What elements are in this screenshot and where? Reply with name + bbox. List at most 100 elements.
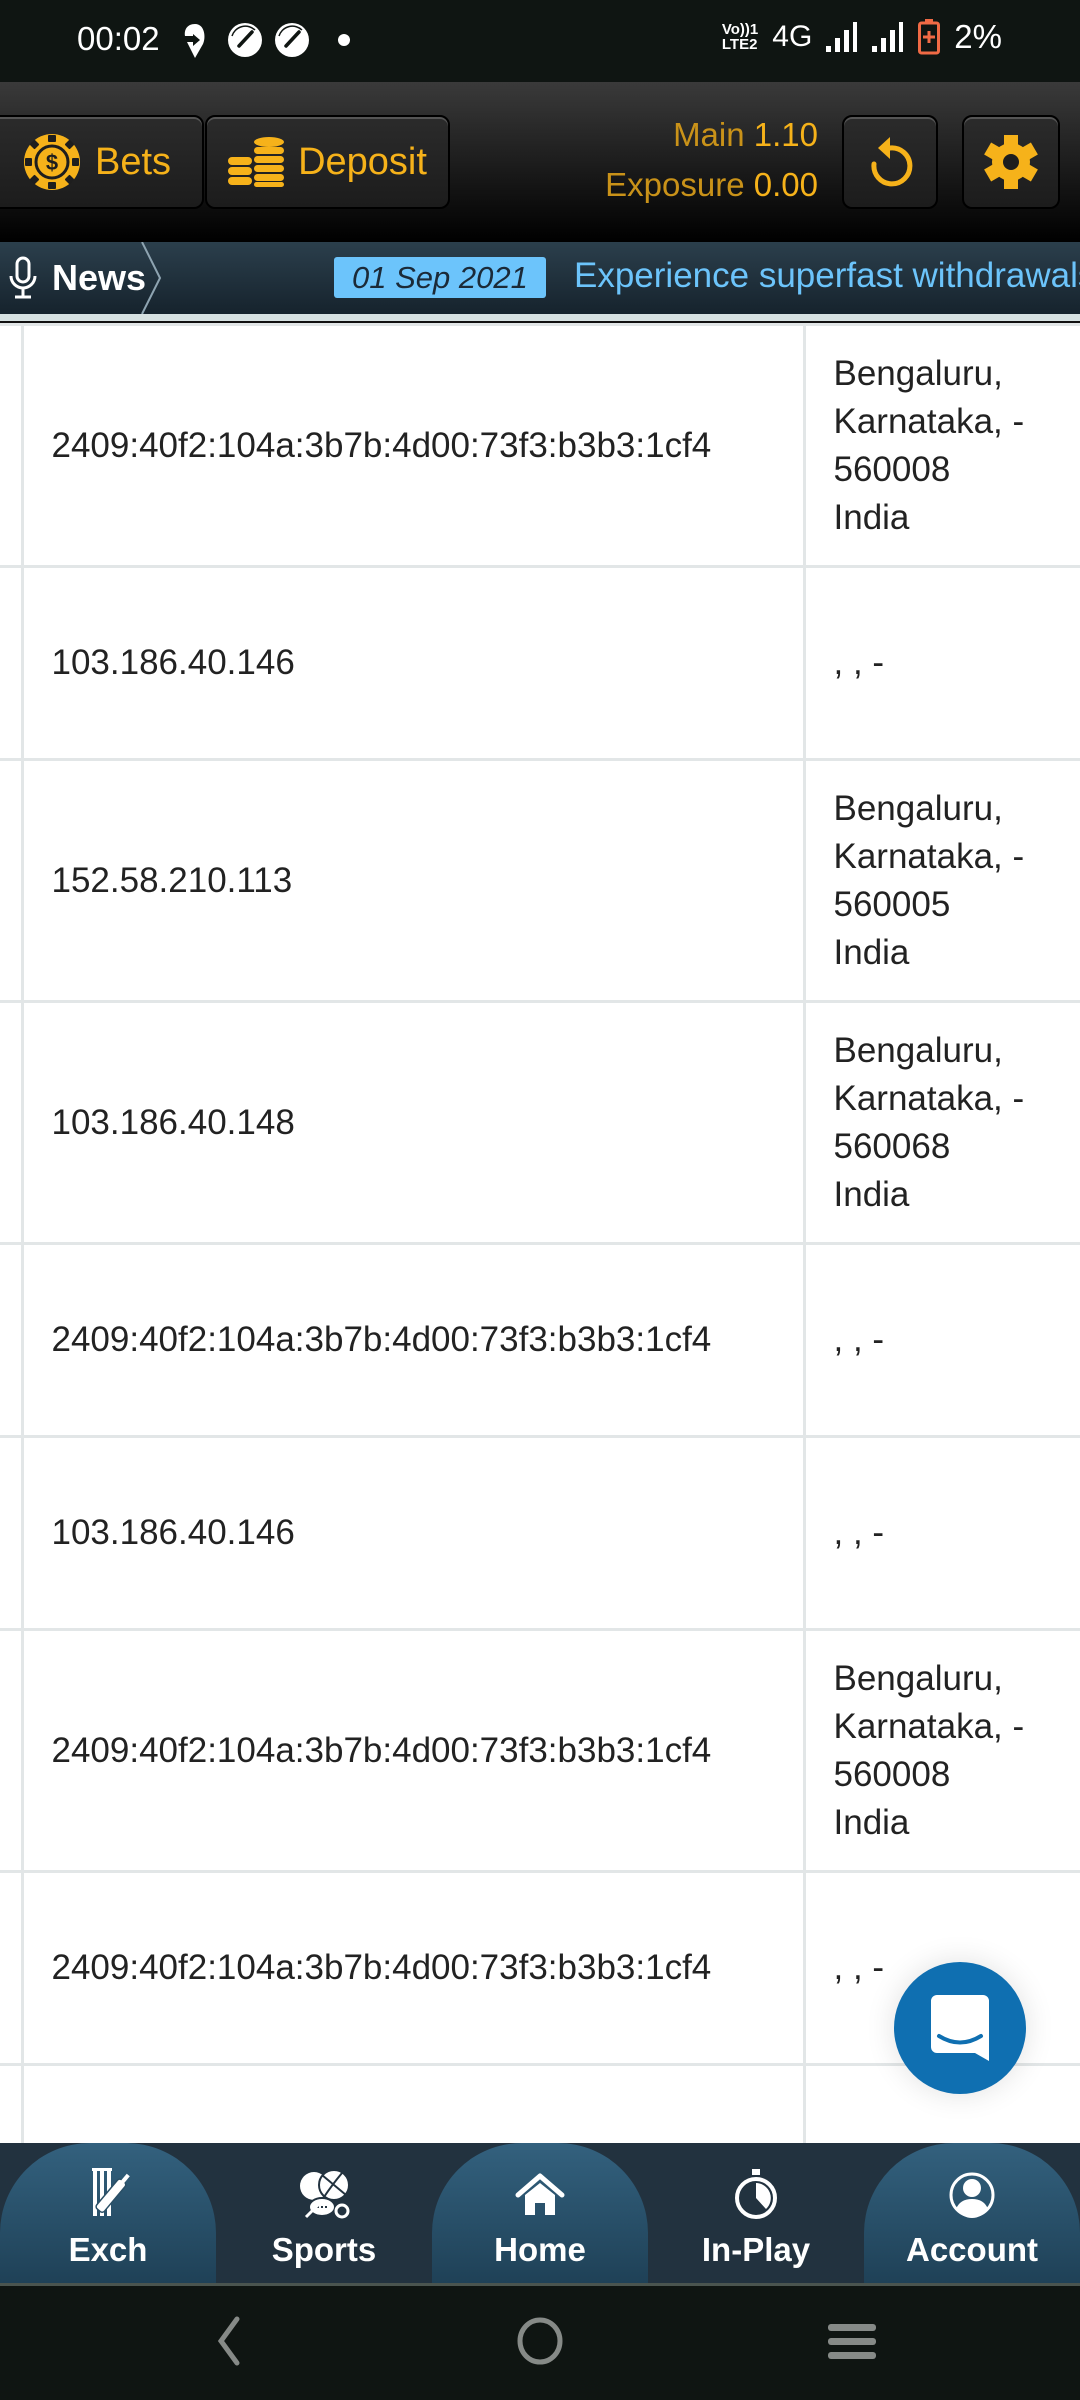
login-history-table[interactable]: 2409:40f2:104a:3b7b:4d00:73f3:b3b3:1cf4 B…	[0, 323, 1080, 2143]
location-line: 560005	[833, 884, 951, 924]
location-line: Bengaluru,	[833, 1658, 1003, 1698]
location-cell: , , -	[802, 1242, 1080, 1438]
system-navigation-bar	[0, 2286, 1080, 2400]
location-cell: Bengaluru, Karnataka, - 560005 India	[802, 758, 1080, 1003]
row-leading-cell	[0, 1242, 24, 1438]
bets-button[interactable]: $ Bets	[0, 115, 204, 209]
location-cell: Bengaluru, Karnataka, - 560068 India	[802, 1000, 1080, 1245]
location-cell: Bengaluru, Karnataka, - 560008 India	[802, 1628, 1080, 1873]
battery-percent: 2%	[954, 18, 1002, 55]
ip-address-cell: 2409:40f2:104a:3b7b:4d00:73f3:b3b3:1cf4	[20, 1242, 806, 1438]
main-label: Main	[673, 116, 745, 153]
exposure-value: 0.00	[753, 166, 818, 203]
table-row: 103.186.40.146 , , -	[0, 565, 1080, 761]
refresh-icon	[871, 137, 913, 187]
table-row: 2409:40f2:104a:3b7b:4d00:73f3:b3b3:1cf4,…	[0, 1242, 1080, 1438]
location-line: Bengaluru,	[833, 788, 1003, 828]
nav-account[interactable]: Account	[864, 2143, 1080, 2283]
location-cell: , , -	[802, 1435, 1080, 1631]
row-leading-cell	[0, 1435, 24, 1631]
location-line: 560008	[833, 1754, 951, 1794]
refresh-button[interactable]	[842, 115, 938, 209]
status-bar: 00:02 Vo))1 LTE2 4G 2%	[0, 0, 1080, 82]
system-recents-button[interactable]	[812, 2306, 892, 2376]
row-leading-cell	[0, 323, 24, 568]
table-row: 103.186.40.146 , , -	[0, 1435, 1080, 1631]
nav-exch[interactable]: Exch	[0, 2143, 216, 2283]
location-cell: Bengaluru, Karnataka, - 560008 India	[802, 323, 1080, 568]
row-leading-cell	[0, 2063, 24, 2143]
status-time: 00:02	[77, 20, 160, 57]
nav-inplay[interactable]: In-Play	[648, 2143, 864, 2283]
ip-table: 2409:40f2:104a:3b7b:4d00:73f3:b3b3:1cf4 B…	[0, 323, 1080, 2143]
ip-address-cell: 2409:40f2:104a:3b7b:4d00:73f3:b3b3:1cf4	[20, 323, 806, 568]
system-back-button[interactable]	[188, 2306, 268, 2376]
volte-bottom: LTE2	[721, 36, 758, 53]
signal-icon	[872, 22, 904, 52]
location-line: India	[833, 932, 910, 972]
location-line: India	[833, 1174, 910, 1214]
svg-text:$: $	[46, 150, 58, 175]
battery-charging-icon	[918, 19, 941, 55]
location-line: Karnataka, -	[833, 1706, 1025, 1746]
location-line: 560068	[833, 1126, 951, 1166]
deposit-button[interactable]: Deposit	[205, 115, 450, 209]
row-leading-cell	[0, 1870, 24, 2066]
nav-inplay-label: In-Play	[701, 2231, 811, 2268]
ip-address-cell: 2409:40f2:104a:3b7b:4d00:73f3:b3b3:1cf4	[20, 1870, 806, 2066]
back-icon	[217, 2316, 240, 2366]
account-icon	[949, 2172, 995, 2218]
deposit-label: Deposit	[298, 140, 427, 183]
bets-label: Bets	[94, 140, 172, 183]
location-line: Karnataka, -	[833, 836, 1025, 876]
home-circle-icon	[517, 2317, 563, 2365]
stopwatch-icon	[735, 2169, 777, 2219]
news-tab[interactable]: News	[0, 242, 160, 314]
ip-address-cell: 103.186.40.148	[20, 1000, 806, 1245]
location-line: Karnataka, -	[833, 1078, 1025, 1118]
nav-sports[interactable]: Sports	[216, 2143, 432, 2283]
cricket-icon	[92, 2168, 130, 2216]
chat-button[interactable]	[894, 1962, 1026, 2094]
speedometer-icon	[275, 23, 309, 57]
microphone-icon	[9, 256, 37, 299]
row-leading-cell	[0, 758, 24, 1003]
news-label: News	[52, 257, 147, 298]
header-divider	[0, 314, 1080, 323]
chat-bubble-icon	[931, 1995, 989, 2061]
table-row: 2409:40f2:104a:3b7b:4d00:73f3:b3b3:1cf4 B…	[0, 1628, 1080, 1873]
system-home-button[interactable]	[500, 2306, 580, 2376]
recents-menu-icon	[828, 2324, 876, 2359]
nav-sports-label: Sports	[271, 2231, 377, 2268]
nav-home-label: Home	[494, 2231, 586, 2268]
ip-address-cell: 103.186.40.146	[20, 1435, 806, 1631]
network-type: 4G	[772, 20, 813, 53]
ip-address-cell: 152.58.210.113	[20, 758, 806, 1003]
row-leading-cell	[0, 1000, 24, 1245]
signal-icon	[826, 22, 858, 52]
nav-account-label: Account	[906, 2231, 1038, 2268]
news-headline[interactable]: Experience superfast withdrawals	[574, 256, 1080, 296]
balance-summary: Main 1.10 Exposure 0.00	[605, 110, 818, 210]
main-value: 1.10	[753, 116, 818, 153]
table-row: 152.58.210.113 Bengaluru, Karnataka, - 5600…	[0, 758, 1080, 1003]
location-line: Bengaluru,	[833, 353, 1003, 393]
location-line: Bengaluru,	[833, 1030, 1003, 1070]
settings-button[interactable]	[962, 115, 1060, 209]
ip-address-cell: 103.186.40.146	[20, 2063, 806, 2143]
status-right: Vo))1 LTE2 4G 2%	[722, 18, 1002, 56]
exposure-balance: Exposure 0.00	[605, 160, 818, 210]
casino-chip-icon: $	[23, 134, 80, 190]
location-line: , , -	[833, 1320, 885, 1359]
volte-top: Vo))1	[721, 21, 759, 38]
bottom-navigation: Exch Sports Home In-Play Account	[0, 2143, 1080, 2286]
news-chevron-icon	[141, 242, 162, 314]
ip-address-cell: 103.186.40.146	[20, 565, 806, 761]
speedometer-icon	[228, 23, 262, 57]
gear-icon	[984, 135, 1038, 189]
nav-home[interactable]: Home	[432, 2143, 648, 2283]
ip-address-cell: 2409:40f2:104a:3b7b:4d00:73f3:b3b3:1cf4	[20, 1628, 806, 1873]
exposure-label: Exposure	[605, 166, 745, 203]
location-line: 560008	[833, 449, 951, 489]
coins-stack-icon	[228, 137, 285, 187]
